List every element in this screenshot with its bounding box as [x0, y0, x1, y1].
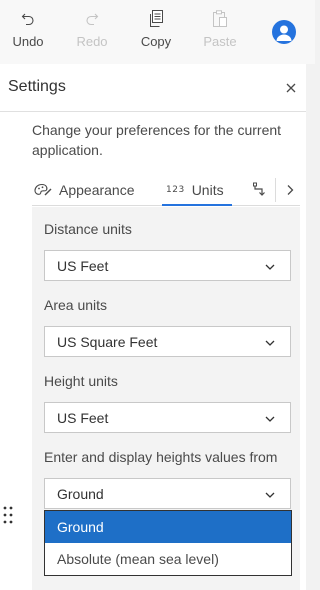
- height-units-select[interactable]: US Feet: [44, 402, 291, 433]
- undo-icon: [21, 8, 35, 30]
- distance-units-label: Distance units: [44, 221, 132, 237]
- undo-button[interactable]: Undo: [2, 8, 54, 56]
- tab-appearance-label: Appearance: [59, 181, 135, 198]
- dropdown-option-absolute[interactable]: Absolute (mean sea level): [45, 543, 291, 575]
- height-reference-select[interactable]: Ground: [44, 478, 291, 509]
- distance-units-value: US Feet: [57, 258, 109, 274]
- option-label: Absolute (mean sea level): [57, 551, 219, 567]
- redo-label: Redo: [76, 34, 108, 49]
- editing-toolbar: Undo Redo Copy Paste: [0, 0, 315, 64]
- height-reference-value: Ground: [57, 486, 104, 502]
- paste-label: Paste: [203, 34, 237, 49]
- height-reference-dropdown: Ground Absolute (mean sea level): [44, 510, 292, 576]
- close-icon: [286, 83, 296, 93]
- chevron-down-icon: [265, 340, 275, 346]
- tab-units[interactable]: 123 Units: [162, 174, 232, 206]
- chevron-right-icon: [287, 184, 294, 195]
- chevron-down-icon: [265, 492, 275, 498]
- tab-appearance[interactable]: Appearance: [34, 174, 135, 205]
- distance-units-select[interactable]: US Feet: [44, 250, 291, 281]
- paste-button[interactable]: Paste: [194, 8, 246, 56]
- height-units-value: US Feet: [57, 410, 109, 426]
- tab-snapping[interactable]: [252, 174, 268, 205]
- option-label: Ground: [57, 519, 104, 535]
- area-units-value: US Square Feet: [57, 334, 158, 350]
- close-button[interactable]: [282, 79, 300, 97]
- settings-description: Change your preferences for the current …: [32, 122, 282, 158]
- dropdown-option-ground[interactable]: Ground: [45, 511, 291, 543]
- tab-units-label: Units: [191, 181, 224, 198]
- user-avatar-icon[interactable]: [272, 20, 296, 44]
- drag-handle-icon[interactable]: [3, 506, 13, 524]
- undo-label: Undo: [12, 34, 44, 49]
- redo-button[interactable]: Redo: [66, 8, 118, 56]
- copy-button[interactable]: Copy: [130, 8, 182, 56]
- paste-icon: [212, 8, 228, 30]
- palette-icon: [34, 183, 52, 195]
- tab-divider: [275, 178, 276, 202]
- settings-tabs: Appearance 123 Units: [32, 174, 300, 206]
- chevron-down-icon: [265, 264, 275, 270]
- snapping-icon: [253, 182, 265, 196]
- tab-scroll-right-button[interactable]: [280, 174, 300, 205]
- copy-icon: [148, 8, 164, 30]
- height-units-label: Height units: [44, 373, 118, 389]
- chevron-down-icon: [265, 416, 275, 422]
- panel-title: Settings: [8, 78, 66, 95]
- numbers-123-icon: 123: [166, 184, 185, 195]
- panel-header: Settings: [0, 64, 306, 112]
- copy-label: Copy: [140, 34, 172, 49]
- height-reference-label: Enter and display heights values from: [44, 449, 278, 465]
- area-units-label: Area units: [44, 297, 108, 313]
- redo-icon: [85, 8, 99, 30]
- area-units-select[interactable]: US Square Feet: [44, 326, 291, 357]
